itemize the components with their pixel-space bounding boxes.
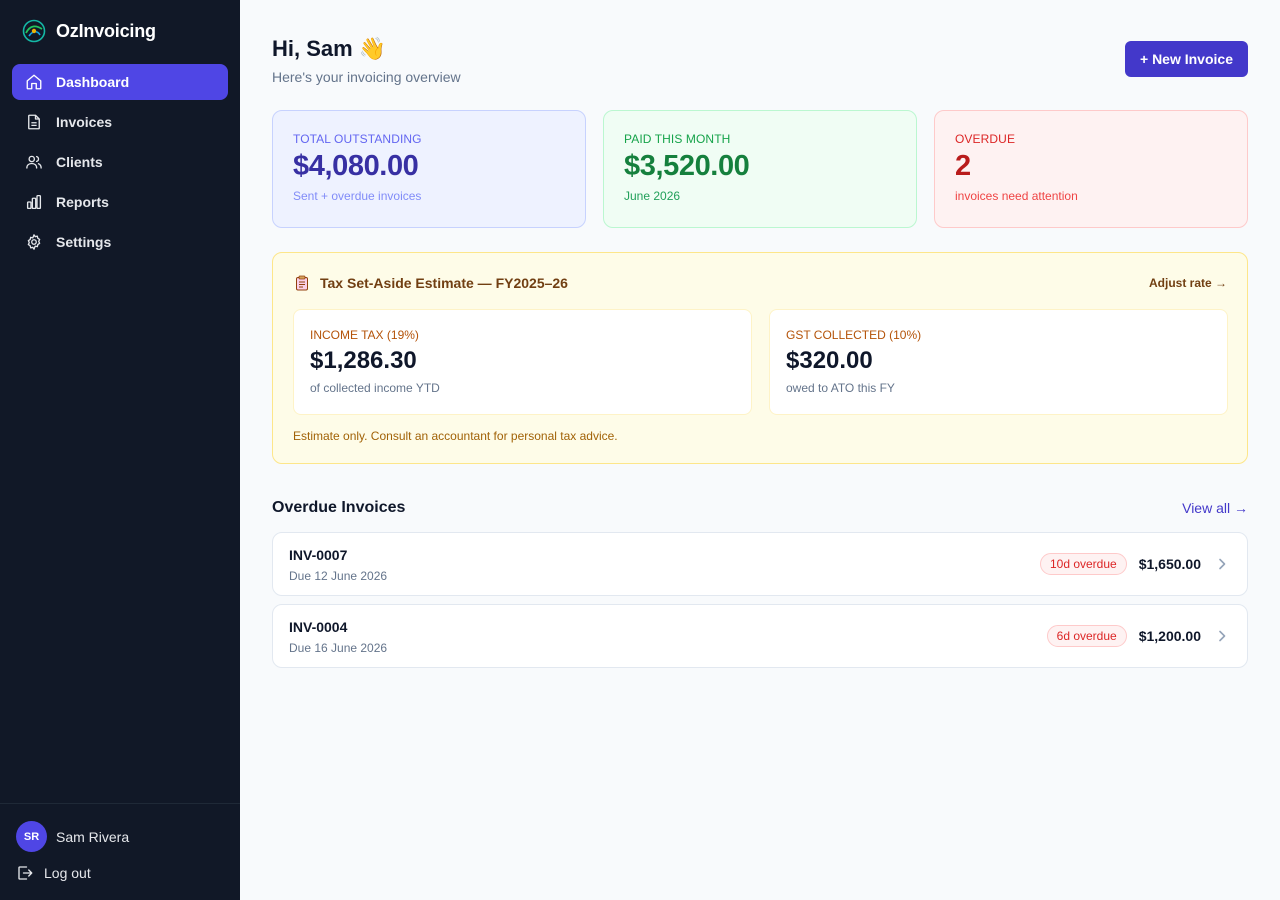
tax-card-subtext: of collected income YTD — [310, 381, 440, 395]
status-badge: 10d overdue — [1039, 553, 1127, 575]
sidebar-item-dashboard[interactable]: Dashboard — [12, 64, 228, 100]
sidebar-item-label: Clients — [56, 154, 103, 170]
chevron-right-icon — [1219, 630, 1226, 642]
tax-card-value: $1,286.30 — [310, 347, 417, 374]
invoice-id: INV-0004 — [289, 619, 348, 635]
sidebar-item-settings[interactable]: Settings — [12, 224, 228, 260]
stat-subtext: invoices need attention — [955, 189, 1078, 203]
stat-card-overdue: Overdue 2 invoices need attention — [934, 110, 1248, 228]
sidebar-footer: SR Sam Rivera Log out — [0, 803, 240, 900]
status-badge: 6d overdue — [1046, 625, 1127, 647]
brand[interactable]: OzInvoicing — [22, 19, 156, 43]
stat-value: 2 — [955, 150, 971, 182]
avatar: SR — [16, 821, 47, 852]
sidebar-item-label: Invoices — [56, 114, 113, 130]
user-name: Sam Rivera — [56, 828, 130, 845]
bar-chart-icon — [26, 194, 42, 210]
stat-card-paid: Paid This Month $3,520.00 June 2026 — [603, 110, 917, 228]
sidebar-nav: Dashboard Invoices Clients Reports Setti… — [12, 64, 228, 264]
invoice-due-date: Due 12 June 2026 — [289, 569, 388, 583]
tax-disclaimer: Estimate only. Consult an accountant for… — [293, 429, 618, 443]
chevron-right-icon — [1219, 558, 1226, 570]
page-subtitle: Here's your invoicing overview — [272, 69, 461, 85]
page-title: Hi, Sam 👋 — [272, 36, 387, 61]
list-item[interactable]: INV-0007 Due 12 June 2026 10d overdue $1… — [272, 532, 1248, 596]
tax-estimate-panel: Tax Set-Aside Estimate — FY2025–26 Adjus… — [272, 252, 1248, 464]
logout-button[interactable]: Log out — [16, 864, 91, 882]
home-icon — [26, 74, 42, 90]
list-item[interactable]: INV-0004 Due 16 June 2026 6d overdue $1,… — [272, 604, 1248, 668]
logout-icon — [18, 866, 33, 880]
sidebar-item-label: Settings — [56, 234, 112, 250]
stat-label: Paid This Month — [624, 132, 731, 146]
stat-card-outstanding: Total Outstanding $4,080.00 Sent + overd… — [272, 110, 586, 228]
invoice-amount: $1,200.00 — [1138, 628, 1201, 644]
view-all-link[interactable]: View all → — [1182, 500, 1248, 516]
sidebar-item-invoices[interactable]: Invoices — [12, 104, 228, 140]
stat-label: Overdue — [955, 132, 1016, 146]
sidebar-item-label: Dashboard — [56, 74, 130, 90]
new-invoice-button[interactable]: + New Invoice — [1125, 41, 1248, 77]
invoice-meta: 6d overdue $1,200.00 — [1046, 605, 1229, 667]
invoice-amount: $1,650.00 — [1138, 556, 1201, 572]
brand-name: OzInvoicing — [56, 20, 156, 41]
invoice-id: INV-0007 — [289, 547, 348, 563]
invoice-due-date: Due 16 June 2026 — [289, 641, 388, 655]
sidebar-item-label: Reports — [56, 194, 109, 210]
stat-value: $3,520.00 — [624, 150, 750, 182]
stats-row: Total Outstanding $4,080.00 Sent + overd… — [272, 110, 1248, 228]
stat-value: $4,080.00 — [293, 150, 419, 182]
overdue-invoice-list: INV-0007 Due 12 June 2026 10d overdue $1… — [272, 532, 1248, 676]
document-icon — [28, 114, 40, 130]
tax-card-subtext: owed to ATO this FY — [786, 381, 895, 395]
tax-card-value: $320.00 — [786, 347, 873, 374]
invoice-meta: 10d overdue $1,650.00 — [1039, 533, 1229, 595]
tax-card-label: Income Tax (19%) — [310, 328, 419, 342]
tax-card-income: Income Tax (19%) $1,286.30 of collected … — [293, 309, 752, 415]
stat-subtext: Sent + overdue invoices — [293, 189, 422, 203]
tax-panel-title: Tax Set-Aside Estimate — FY2025–26 — [320, 275, 568, 291]
tax-card-gst: GST Collected (10%) $320.00 owed to ATO … — [769, 309, 1228, 415]
sidebar-item-reports[interactable]: Reports — [12, 184, 228, 220]
clipboard-icon — [296, 275, 308, 291]
tax-card-label: GST Collected (10%) — [786, 328, 922, 342]
sidebar-item-clients[interactable]: Clients — [12, 144, 228, 180]
users-icon — [26, 155, 42, 169]
adjust-rate-link[interactable]: Adjust rate → — [1149, 276, 1227, 290]
stat-subtext: June 2026 — [624, 189, 681, 203]
stat-label: Total Outstanding — [293, 132, 422, 146]
overdue-section-title: Overdue Invoices — [272, 499, 406, 516]
tax-cards: Income Tax (19%) $1,286.30 of collected … — [293, 309, 1228, 415]
brand-logo-icon — [22, 19, 46, 43]
gear-icon — [27, 234, 41, 250]
sidebar: OzInvoicing Dashboard Invoices Clients R… — [0, 0, 240, 900]
logout-label: Log out — [44, 865, 91, 881]
user-profile[interactable]: SR Sam Rivera — [16, 821, 129, 852]
tax-panel-header: Tax Set-Aside Estimate — FY2025–26 — [294, 275, 568, 291]
